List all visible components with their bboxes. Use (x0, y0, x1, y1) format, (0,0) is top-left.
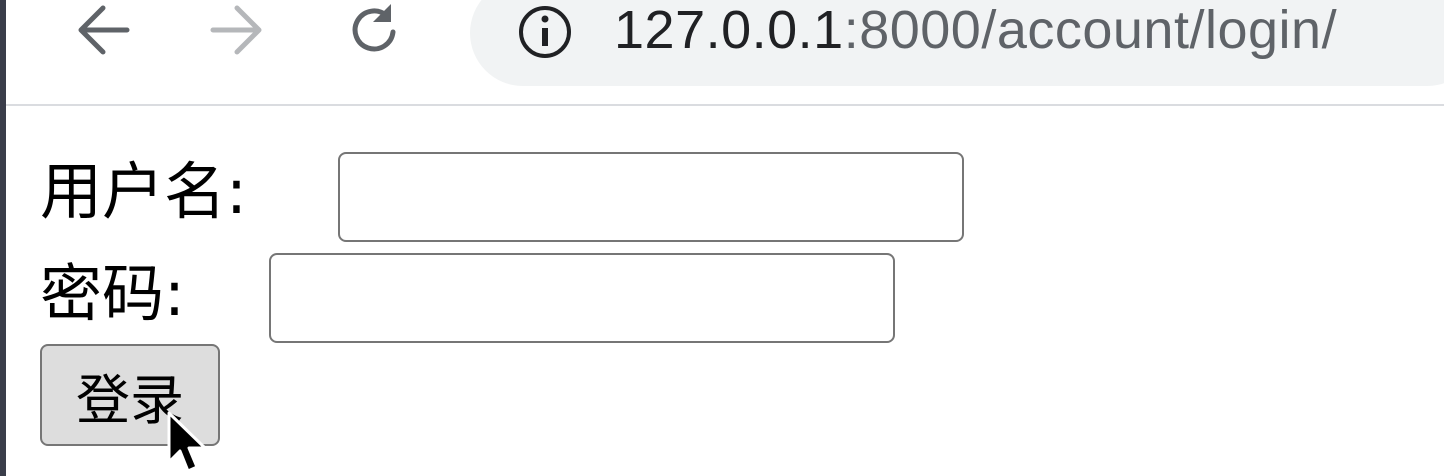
url-text[interactable]: 127.0.0.1:8000/account/login/ (614, 0, 1337, 60)
reload-icon (352, 4, 396, 52)
url-host: 127.0.0.1 (614, 0, 844, 60)
arrow-left-icon (78, 5, 130, 55)
site-info-button[interactable] (516, 6, 574, 58)
password-input[interactable] (269, 253, 895, 343)
password-label: 密码: (40, 257, 185, 330)
reload-button[interactable] (340, 0, 410, 60)
username-input[interactable] (338, 152, 964, 242)
back-button[interactable] (68, 0, 138, 60)
info-icon (519, 6, 571, 58)
forward-button[interactable] (202, 0, 272, 60)
username-label: 用户名: (40, 155, 247, 228)
mouse-cursor-icon (167, 411, 207, 473)
browser-toolbar: 127.0.0.1:8000/account/login/ (6, 0, 1444, 106)
url-path: :8000/account/login/ (843, 0, 1338, 60)
arrow-right-icon (210, 5, 262, 55)
